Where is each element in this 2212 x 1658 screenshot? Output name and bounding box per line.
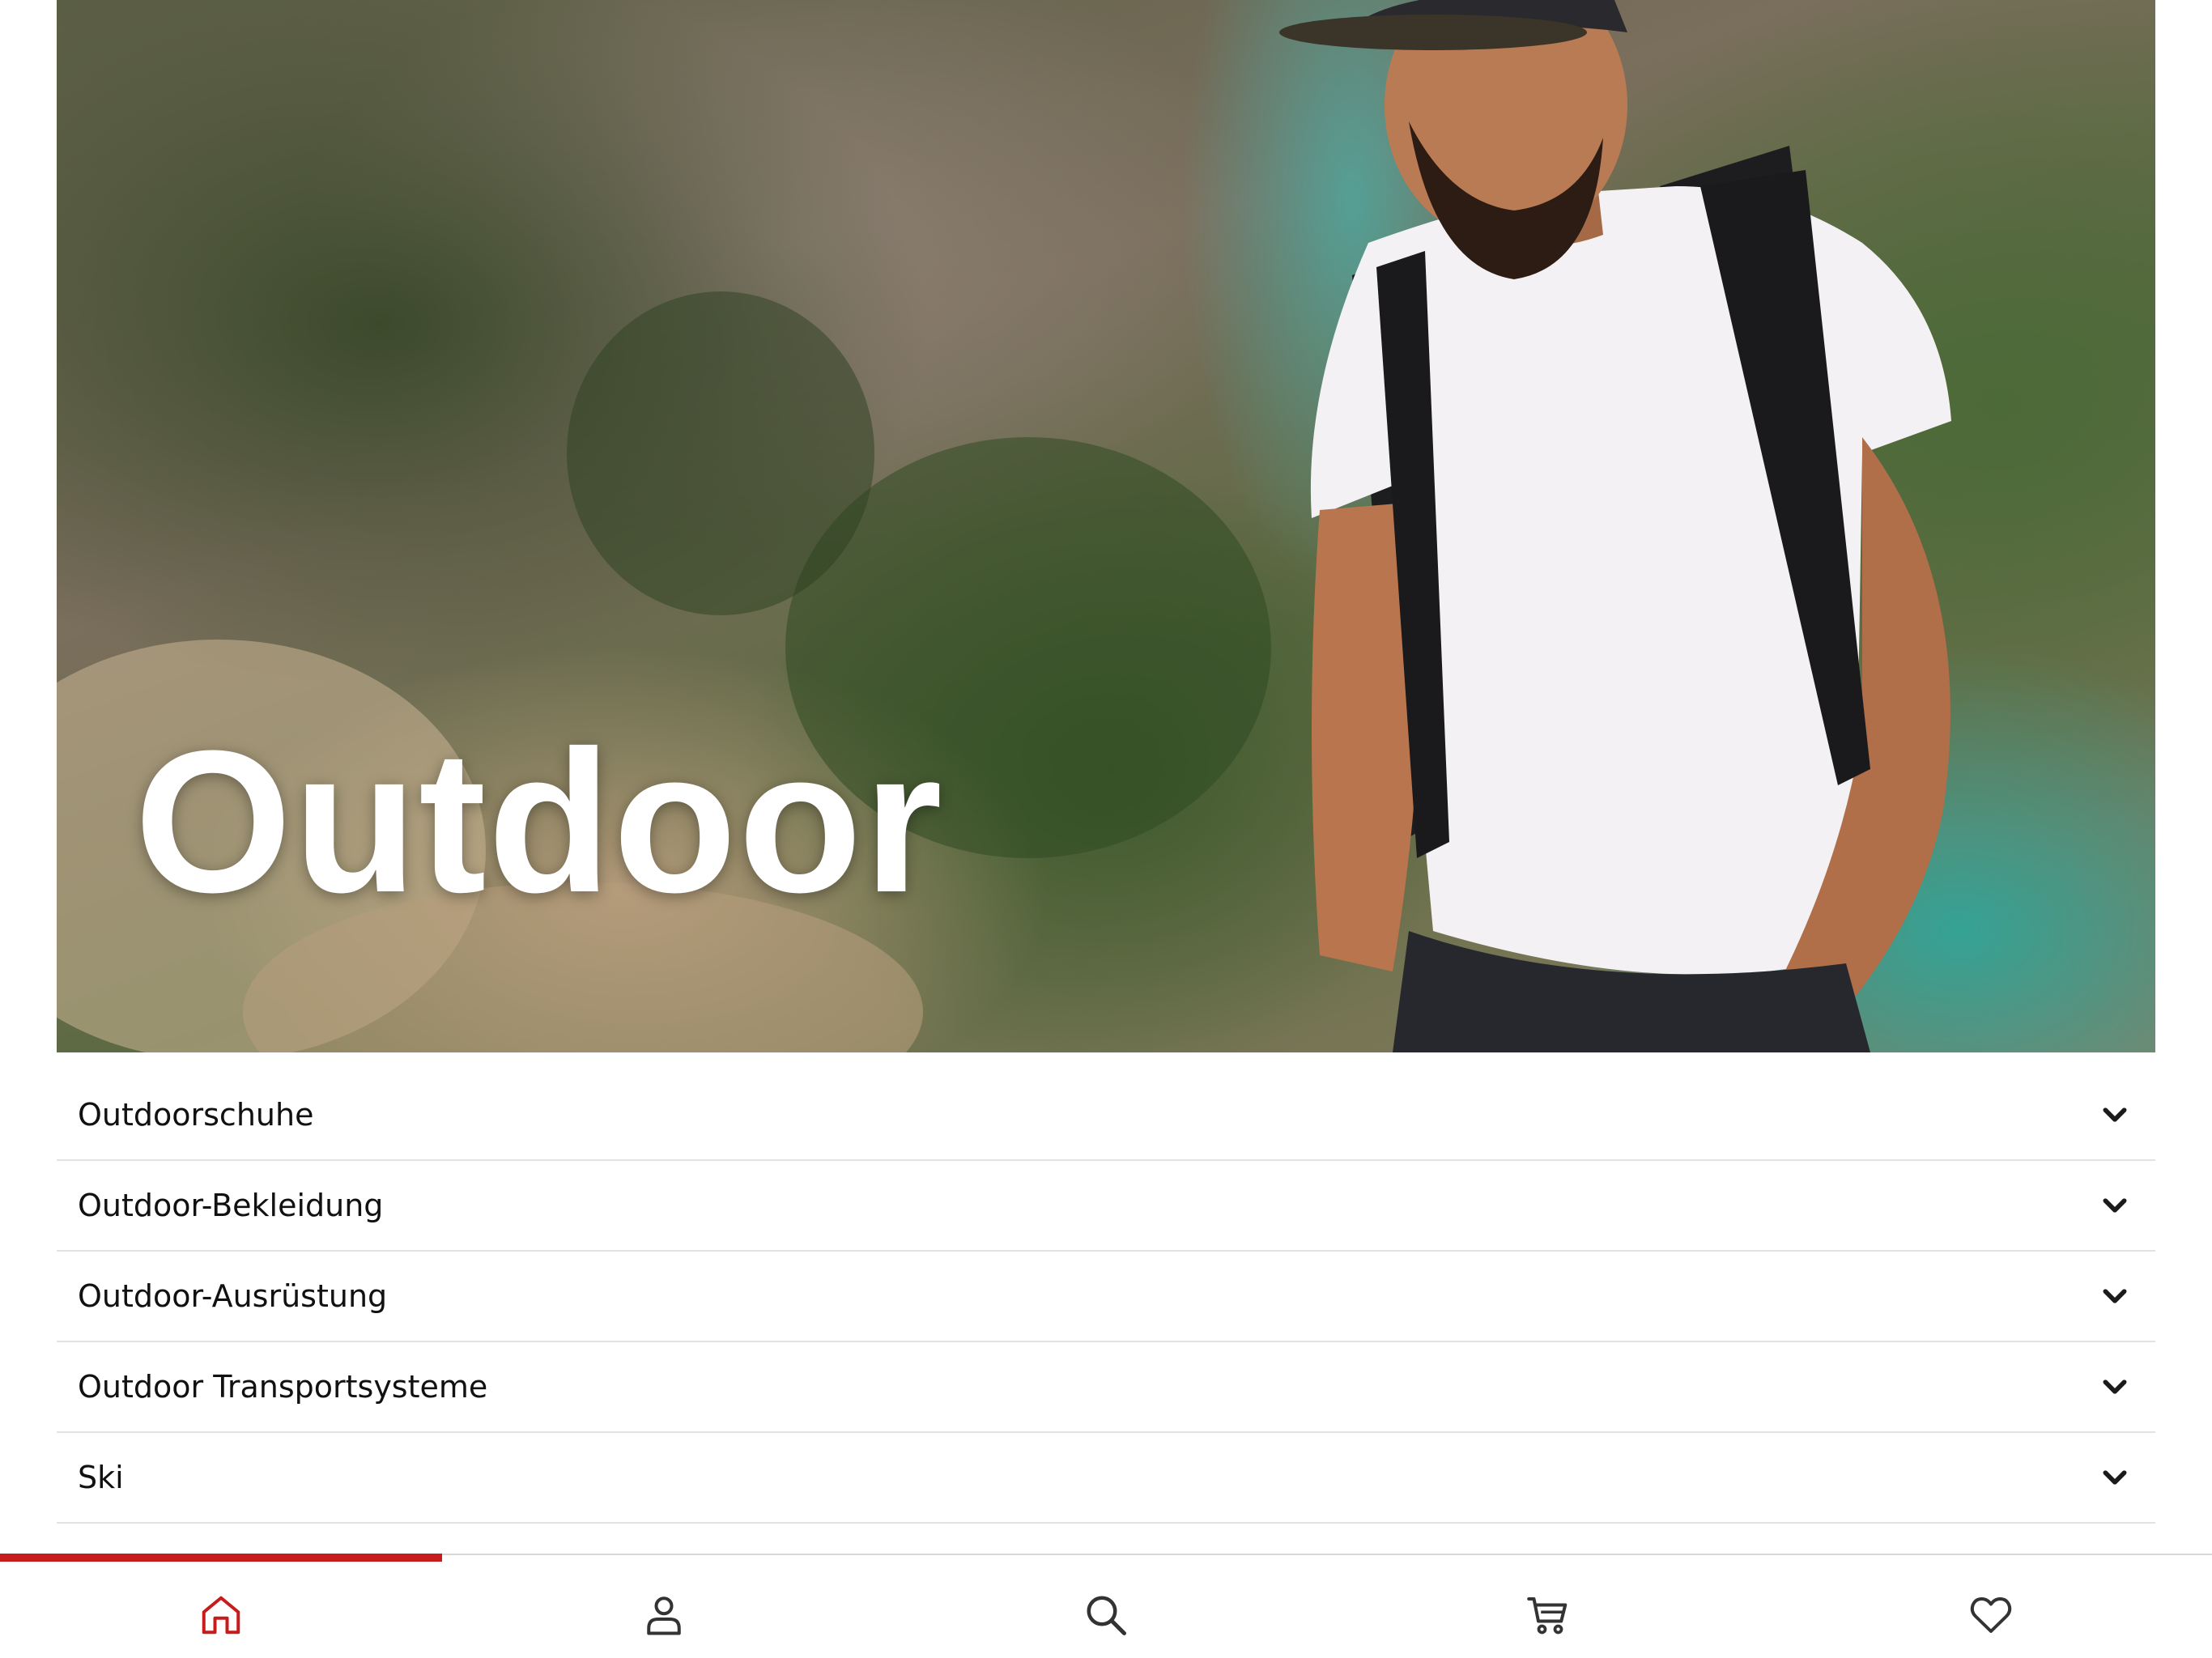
category-label: Outdoor-Bekleidung bbox=[78, 1188, 384, 1223]
category-label: Outdoor-Ausrüstung bbox=[78, 1278, 388, 1314]
nav-item-home[interactable] bbox=[0, 1554, 443, 1658]
nav-item-wishlist[interactable] bbox=[1770, 1555, 2212, 1658]
hero-banner[interactable]: Outdoor bbox=[57, 0, 2155, 1052]
cart-icon bbox=[1527, 1596, 1568, 1634]
category-item-outdoor-bekleidung[interactable]: Outdoor-Bekleidung bbox=[57, 1161, 2155, 1252]
bottom-navigation bbox=[0, 1554, 2212, 1658]
hero-title: Outdoor bbox=[134, 708, 944, 934]
chevron-down-icon bbox=[2103, 1380, 2127, 1394]
heart-icon bbox=[1970, 1596, 2011, 1633]
chevron-down-icon bbox=[2103, 1107, 2127, 1122]
user-icon bbox=[646, 1596, 681, 1635]
chevron-down-icon bbox=[2103, 1198, 2127, 1213]
category-item-outdoor-ausruestung[interactable]: Outdoor-Ausrüstung bbox=[57, 1252, 2155, 1342]
nav-item-search[interactable] bbox=[885, 1555, 1327, 1658]
home-icon bbox=[202, 1596, 240, 1634]
nav-item-account[interactable] bbox=[442, 1555, 884, 1658]
page: Outdoor Outdoorschuhe Outdoor-Bekleidung… bbox=[0, 0, 2212, 1658]
category-label: Outdoor Transportsysteme bbox=[78, 1369, 488, 1405]
category-item-outdoorschuhe[interactable]: Outdoorschuhe bbox=[57, 1070, 2155, 1161]
chevron-down-icon bbox=[2103, 1470, 2127, 1485]
category-item-ski[interactable]: Ski bbox=[57, 1433, 2155, 1524]
nav-item-cart[interactable] bbox=[1327, 1555, 1769, 1658]
search-icon bbox=[1087, 1596, 1126, 1635]
category-label: Ski bbox=[78, 1460, 124, 1495]
category-list: Outdoorschuhe Outdoor-Bekleidung Outdoor… bbox=[57, 1070, 2155, 1524]
category-item-outdoor-transportsysteme[interactable]: Outdoor Transportsysteme bbox=[57, 1342, 2155, 1433]
category-label: Outdoorschuhe bbox=[78, 1097, 314, 1133]
chevron-down-icon bbox=[2103, 1289, 2127, 1303]
